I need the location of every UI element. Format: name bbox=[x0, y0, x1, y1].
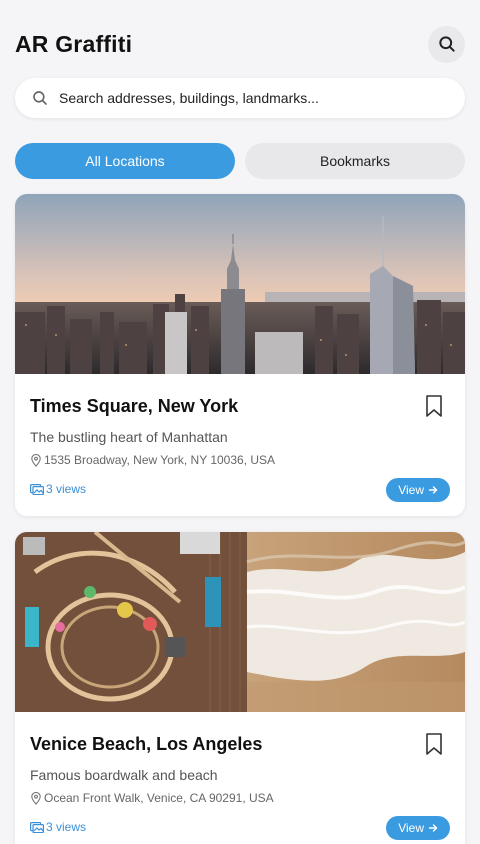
search-bar bbox=[15, 78, 465, 118]
search-button[interactable] bbox=[428, 25, 465, 63]
bookmark-icon[interactable] bbox=[425, 394, 443, 418]
view-label: View bbox=[398, 483, 424, 497]
views-text: 3 views bbox=[46, 820, 87, 834]
search-input[interactable] bbox=[59, 90, 439, 106]
header: AR Graffiti bbox=[15, 24, 465, 64]
search-icon bbox=[33, 91, 47, 105]
location-title: Times Square, New York bbox=[30, 396, 239, 416]
location-address: Ocean Front Walk, Venice, CA 90291, USA bbox=[30, 791, 274, 805]
location-card[interactable]: Times Square, New York The bustling hear… bbox=[15, 194, 465, 516]
tab-all-locations[interactable]: All Locations bbox=[15, 143, 235, 179]
view-button[interactable]: View bbox=[386, 816, 450, 840]
app-title: AR Graffiti bbox=[15, 30, 133, 57]
arrow-right-icon bbox=[428, 824, 438, 832]
tab-bookmarks[interactable]: Bookmarks bbox=[245, 143, 465, 179]
image-icon bbox=[30, 484, 44, 495]
views-count[interactable]: 3 views bbox=[30, 482, 86, 496]
map-pin-icon bbox=[31, 791, 41, 805]
location-description: The bustling heart of Manhattan bbox=[30, 429, 228, 445]
image-icon bbox=[30, 822, 44, 833]
location-image bbox=[15, 194, 465, 374]
address-text: 1535 Broadway, New York, NY 10036, USA bbox=[44, 453, 276, 467]
map-pin-icon bbox=[31, 453, 41, 467]
location-image bbox=[15, 532, 465, 712]
arrow-right-icon bbox=[428, 486, 438, 494]
address-text: Ocean Front Walk, Venice, CA 90291, USA bbox=[44, 791, 274, 805]
search-icon bbox=[438, 36, 455, 52]
views-count[interactable]: 3 views bbox=[30, 820, 86, 834]
tab-bar: All Locations Bookmarks bbox=[15, 143, 465, 179]
views-text: 3 views bbox=[46, 482, 87, 496]
view-button[interactable]: View bbox=[386, 478, 450, 502]
location-description: Famous boardwalk and beach bbox=[30, 767, 218, 783]
location-address: 1535 Broadway, New York, NY 10036, USA bbox=[30, 453, 275, 467]
bookmark-icon[interactable] bbox=[425, 732, 443, 756]
location-card[interactable]: Venice Beach, Los Angeles Famous boardwa… bbox=[15, 532, 465, 844]
app-screen: AR Graffiti All Locations Bookmarks bbox=[0, 0, 480, 844]
view-label: View bbox=[398, 821, 424, 835]
location-title: Venice Beach, Los Angeles bbox=[30, 734, 263, 754]
